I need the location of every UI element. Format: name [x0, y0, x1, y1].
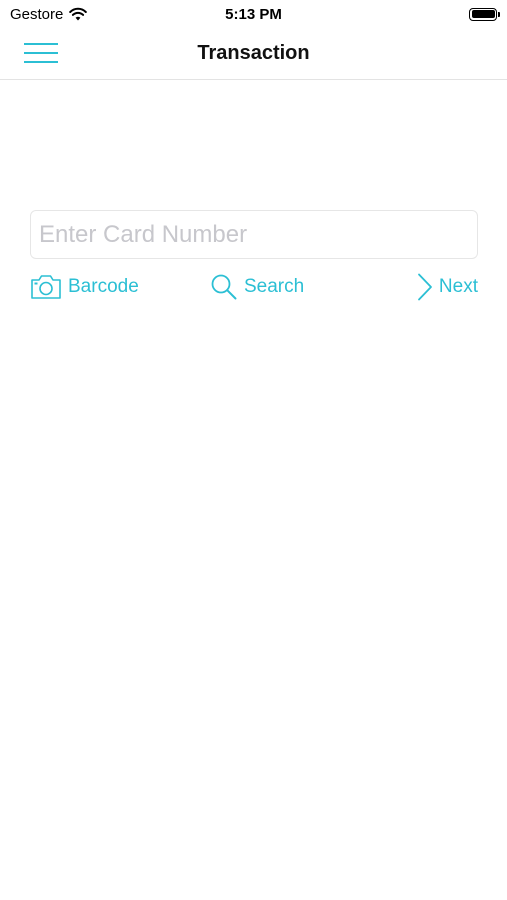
- camera-icon: [30, 274, 62, 300]
- nav-bar: Transaction: [0, 28, 507, 80]
- search-label: Search: [244, 276, 305, 297]
- status-time: 5:13 PM: [225, 6, 282, 23]
- transaction-screen: Gestore 5:13 PM Transaction Enter Card N…: [0, 0, 507, 900]
- magnifier-icon: [210, 273, 238, 301]
- next-label: Next: [438, 276, 478, 297]
- card-number-input[interactable]: [30, 210, 478, 259]
- search-button[interactable]: Search: [210, 272, 304, 302]
- status-bar: Gestore 5:13 PM: [0, 0, 507, 28]
- chevron-right-icon: [417, 273, 433, 301]
- battery-icon: [469, 7, 500, 21]
- barcode-label: Barcode: [68, 276, 139, 297]
- hamburger-menu-icon[interactable]: [24, 40, 58, 66]
- barcode-button[interactable]: Barcode: [30, 272, 139, 302]
- page-title: Transaction: [197, 42, 310, 64]
- next-button[interactable]: Next: [417, 272, 478, 302]
